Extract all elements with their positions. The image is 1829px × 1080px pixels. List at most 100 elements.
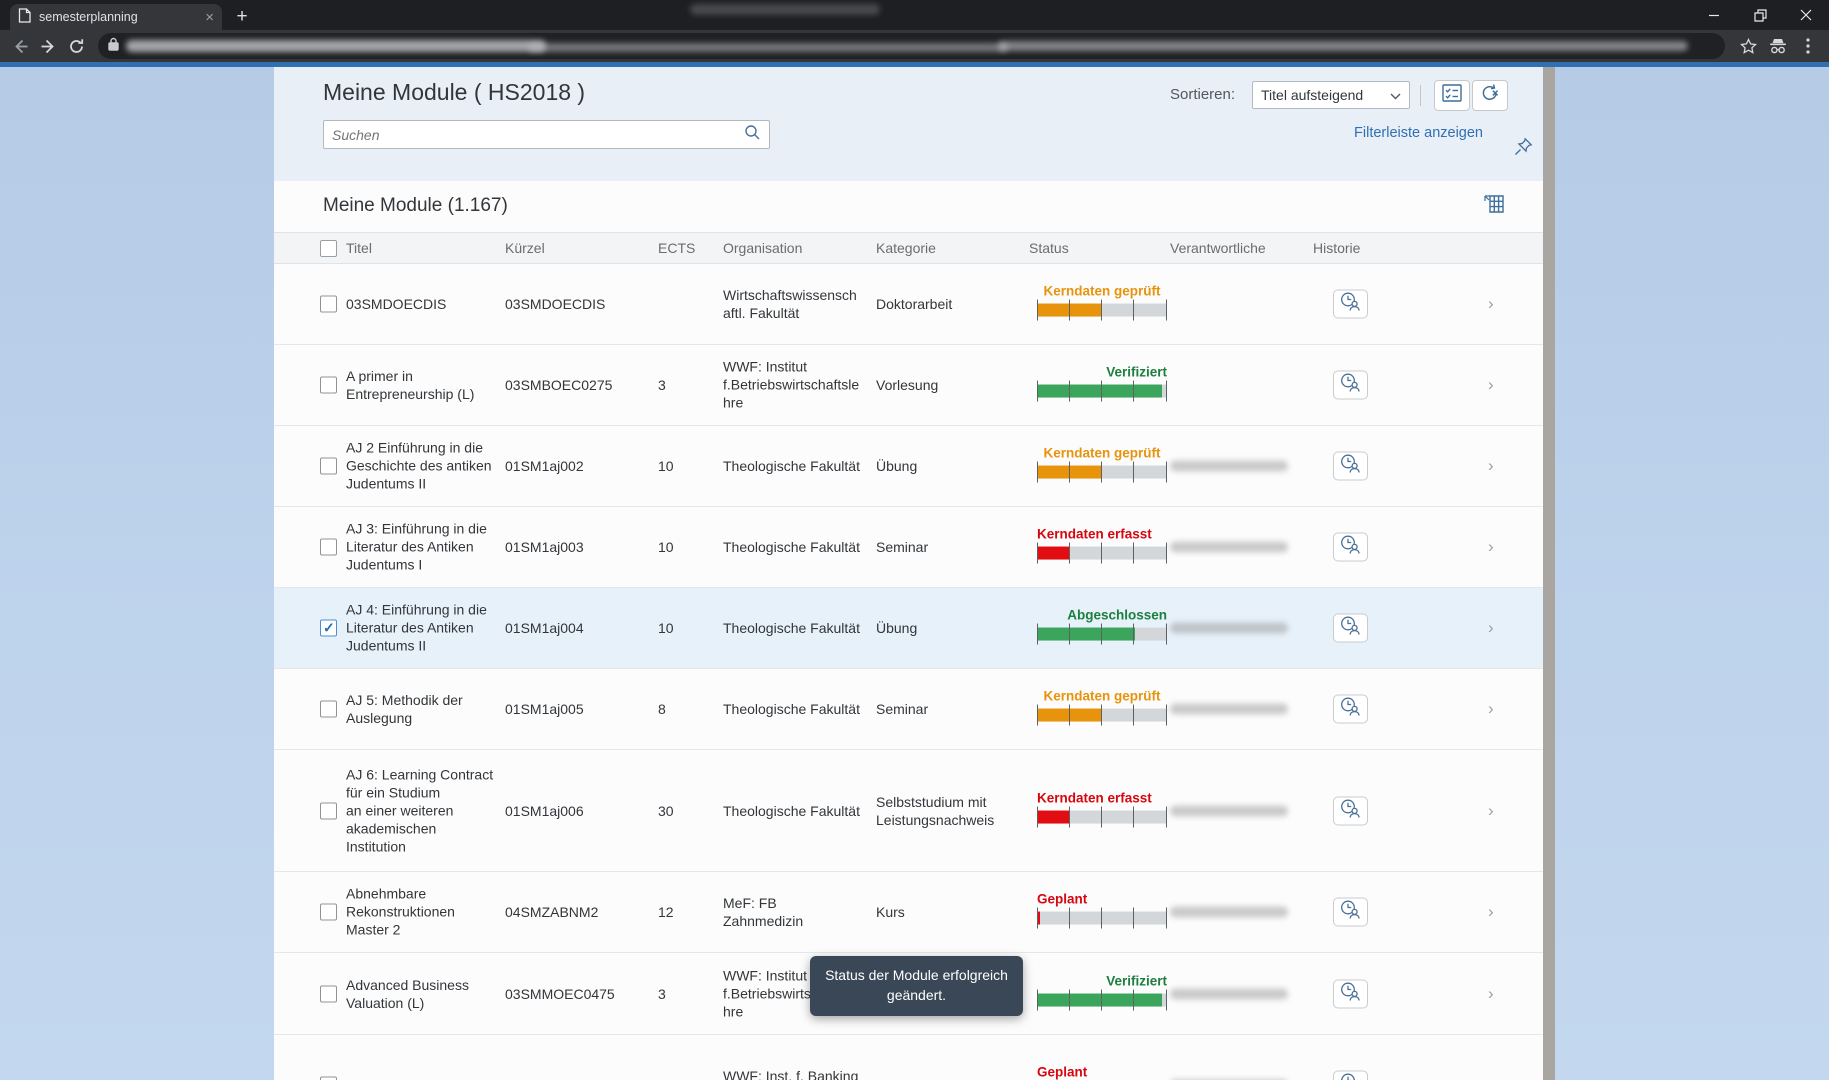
module-kategorie: Kurs	[876, 903, 1011, 921]
row-chevron-right-icon[interactable]: ›	[1488, 1075, 1494, 1080]
address-bar[interactable]	[98, 33, 1725, 59]
row-chevron-right-icon[interactable]: ›	[1488, 618, 1494, 638]
column-header-titel[interactable]: Titel	[346, 240, 372, 256]
history-button[interactable]	[1333, 796, 1368, 825]
document-favicon-icon	[18, 8, 31, 26]
content-card: Meine Module ( HS2018 ) Sortieren: Titel…	[274, 67, 1543, 1080]
history-button[interactable]	[1333, 1070, 1368, 1080]
column-header-status[interactable]: Status	[1029, 240, 1069, 256]
status-label: Geplant	[1037, 892, 1167, 907]
table-row[interactable]: AJ 3: Einführung in die Literatur des An…	[274, 507, 1543, 588]
row-checkbox[interactable]	[320, 296, 337, 313]
sort-select[interactable]: Titel aufsteigend	[1252, 81, 1410, 109]
history-button[interactable]	[1333, 695, 1368, 724]
window-restore-button[interactable]	[1737, 0, 1783, 30]
table-row[interactable]: AJ 5: Methodik der Auslegung 01SM1aj005 …	[274, 669, 1543, 750]
responsible-person-redacted	[1170, 461, 1288, 472]
status-label: Kerndaten erfasst	[1037, 527, 1167, 542]
export-table-button[interactable]	[1480, 193, 1508, 219]
row-checkbox[interactable]	[320, 985, 337, 1002]
responsible-person-redacted	[1170, 805, 1288, 816]
vertical-scrollbar[interactable]	[1543, 67, 1555, 1080]
table-row[interactable]: Advanced Corporate 03SMMOEC0455 6 WWF: I…	[274, 1035, 1543, 1080]
row-chevron-right-icon[interactable]: ›	[1488, 984, 1494, 1004]
table-row[interactable]: AJ 6: Learning Contract für ein Studium …	[274, 750, 1543, 872]
status-progress-fill	[1037, 628, 1135, 641]
history-button[interactable]	[1333, 979, 1368, 1008]
status-progress-bar	[1037, 466, 1167, 479]
window-close-button[interactable]	[1783, 0, 1829, 30]
page-title: Meine Module ( HS2018 )	[323, 79, 585, 106]
module-ects: 3	[658, 984, 703, 1002]
history-person-icon	[1339, 454, 1362, 479]
history-button[interactable]	[1333, 898, 1368, 927]
column-header-verantwortliche[interactable]: Verantwortliche	[1170, 240, 1266, 256]
status-progress-bar	[1037, 385, 1167, 398]
row-checkbox[interactable]	[320, 904, 337, 921]
module-organisation: Theologische Fakultät	[723, 700, 860, 718]
bookmark-star-icon[interactable]	[1733, 32, 1763, 60]
status-progress-bar	[1037, 547, 1167, 560]
divider	[1420, 85, 1421, 106]
history-button[interactable]	[1333, 533, 1368, 562]
history-button[interactable]	[1333, 371, 1368, 400]
multi-select-button[interactable]	[1434, 80, 1470, 111]
browser-titlebar: semesterplanning × +	[0, 0, 1829, 30]
status-label: Verifiziert	[1037, 973, 1167, 988]
row-chevron-right-icon[interactable]: ›	[1488, 456, 1494, 476]
history-button[interactable]	[1333, 452, 1368, 481]
history-button[interactable]	[1333, 614, 1368, 643]
table-row[interactable]: AJ 4: Einführung in die Literatur des An…	[274, 588, 1543, 669]
row-chevron-right-icon[interactable]: ›	[1488, 294, 1494, 314]
history-button[interactable]	[1333, 290, 1368, 319]
module-kuerzel: 03SMMOEC0475	[505, 984, 650, 1002]
row-checkbox[interactable]	[320, 802, 337, 819]
row-chevron-right-icon[interactable]: ›	[1488, 801, 1494, 821]
row-chevron-right-icon[interactable]: ›	[1488, 699, 1494, 719]
table-row[interactable]: AJ 2 Einführung in die Geschichte des an…	[274, 426, 1543, 507]
reset-filters-button[interactable]	[1472, 80, 1508, 111]
table-row[interactable]: 03SMDOECDIS 03SMDOECDIS Wirtschaftswisse…	[274, 264, 1543, 345]
module-organisation: WWF: Institut f.Betriebswirtschaftslehre	[723, 358, 860, 413]
pin-icon[interactable]	[1514, 137, 1533, 161]
table-row[interactable]: Abnehmbare Rekonstruktionen Master 2 04S…	[274, 872, 1543, 953]
browser-tab[interactable]: semesterplanning ×	[10, 4, 222, 30]
row-checkbox[interactable]	[320, 377, 337, 394]
select-all-checkbox[interactable]	[320, 240, 337, 257]
column-header-organisation[interactable]: Organisation	[723, 240, 802, 256]
module-ects: 30	[658, 801, 703, 819]
column-header-kategorie[interactable]: Kategorie	[876, 240, 936, 256]
search-input[interactable]	[332, 127, 744, 143]
tab-close-icon[interactable]: ×	[205, 10, 214, 25]
browser-menu-icon[interactable]	[1793, 32, 1823, 60]
row-checkbox[interactable]	[320, 1076, 337, 1080]
column-header-ects[interactable]: ECTS	[658, 240, 695, 256]
section-title: Meine Module (1.167)	[323, 195, 508, 217]
row-checkbox[interactable]	[320, 458, 337, 475]
row-checkbox[interactable]	[320, 620, 337, 637]
row-chevron-right-icon[interactable]: ›	[1488, 537, 1494, 557]
status-cell: Kerndaten erfasst	[1037, 527, 1167, 560]
row-chevron-right-icon[interactable]: ›	[1488, 375, 1494, 395]
history-person-icon	[1339, 292, 1362, 317]
row-chevron-right-icon[interactable]: ›	[1488, 902, 1494, 922]
reload-button[interactable]	[62, 32, 90, 60]
table-row[interactable]: A primer in Entrepreneurship (L) 03SMBOE…	[274, 345, 1543, 426]
sort-select-value: Titel aufsteigend	[1261, 87, 1363, 103]
column-header-kuerzel[interactable]: Kürzel	[505, 240, 545, 256]
new-tab-button[interactable]: +	[230, 6, 254, 30]
search-box[interactable]	[323, 120, 770, 149]
row-checkbox[interactable]	[320, 539, 337, 556]
row-checkbox[interactable]	[320, 701, 337, 718]
window-minimize-button[interactable]	[1691, 0, 1737, 30]
forward-button[interactable]	[34, 32, 62, 60]
module-kategorie: Selbststudium mit Leistungsnachweis	[876, 792, 1011, 828]
chevron-down-icon	[1390, 87, 1401, 103]
search-icon[interactable]	[744, 124, 761, 146]
page-background: Meine Module ( HS2018 ) Sortieren: Titel…	[0, 67, 1829, 1080]
back-button[interactable]	[6, 32, 34, 60]
module-kategorie: Seminar	[876, 700, 1011, 718]
history-person-icon	[1339, 535, 1362, 560]
column-header-historie[interactable]: Historie	[1313, 240, 1360, 256]
show-filterbar-link[interactable]: Filterleiste anzeigen	[1354, 125, 1483, 141]
